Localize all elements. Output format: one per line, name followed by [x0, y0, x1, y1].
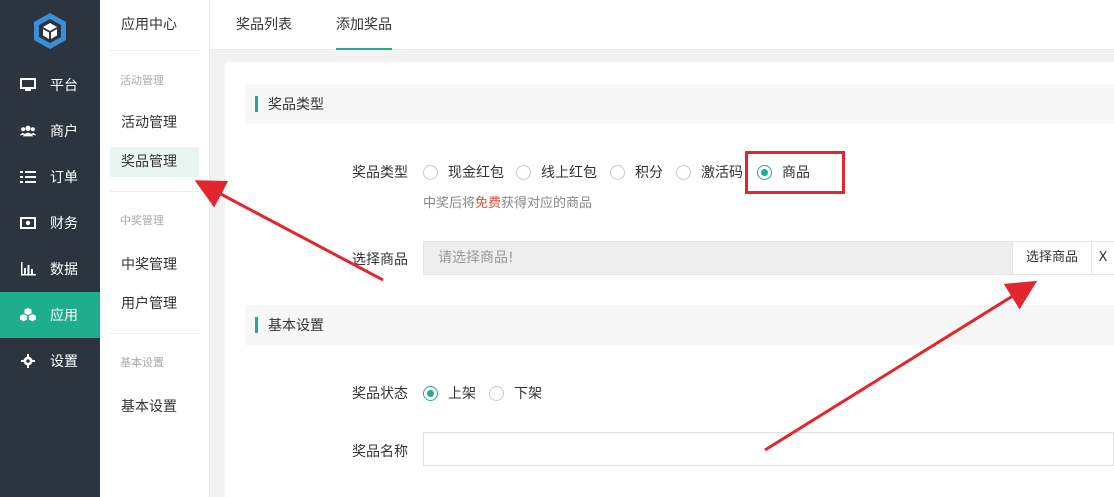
nav-item-label: 设置	[50, 354, 78, 370]
nav-item-6[interactable]: 设置	[0, 338, 100, 384]
radio-cash-red-packet[interactable]: 现金红包	[423, 162, 504, 182]
section-title: 奖品类型	[268, 97, 324, 113]
radio-status-on[interactable]: 上架	[423, 383, 476, 403]
nav-item-2[interactable]: 订单	[0, 154, 100, 200]
users-icon	[20, 123, 36, 139]
subnav-item-basic[interactable]: 基本设置	[110, 392, 199, 422]
select-goods-label: 选择商品	[352, 252, 408, 268]
nav-item-label: 商户	[50, 124, 78, 140]
select-goods-input[interactable]: 请选择商品!	[423, 241, 1013, 275]
section-basic-settings: 基本设置	[245, 305, 1114, 345]
radio-activation-code[interactable]: 激活码	[676, 162, 743, 182]
main-sidebar: 平台商户订单财务数据应用设置	[0, 0, 100, 497]
list-icon	[20, 169, 36, 185]
nav-item-label: 财务	[50, 216, 78, 232]
radio-points[interactable]: 积分	[610, 162, 663, 182]
top-tab-bar: 奖品列表 添加奖品	[210, 0, 1114, 50]
prize-type-label: 奖品类型	[352, 165, 408, 181]
radio-label: 现金红包	[448, 165, 504, 181]
radio-circle	[489, 385, 504, 401]
hint-text: 中奖后将	[423, 196, 476, 211]
subnav-item-activity[interactable]: 活动管理	[110, 108, 199, 138]
section-prize-type: 奖品类型	[245, 84, 1114, 124]
nav-item-4[interactable]: 数据	[0, 246, 100, 292]
prize-name-input[interactable]	[423, 432, 1114, 466]
radio-circle	[676, 164, 691, 180]
hint-text: 获得对应的商品	[501, 196, 593, 211]
section-title: 基本设置	[268, 318, 324, 334]
sub-sidebar: 应用中心 活动管理 活动管理 奖品管理 中奖管理 中奖管理 用户管理 基本设置 …	[100, 0, 210, 497]
subnav-group-title: 中奖管理	[120, 214, 164, 227]
cubes-icon	[20, 307, 36, 323]
nav-item-1[interactable]: 商户	[0, 108, 100, 154]
form-panel: 奖品类型 奖品类型 现金红包 线上红包 积分 激活码 商品 中奖后将免费获得对应…	[225, 62, 1114, 497]
app-logo[interactable]	[0, 0, 100, 62]
gear-icon	[20, 353, 36, 369]
radio-circle	[516, 164, 531, 180]
radio-circle	[423, 164, 438, 180]
status-label: 奖品状态	[352, 386, 408, 402]
subnav-item-winning[interactable]: 中奖管理	[110, 250, 199, 280]
prize-type-hint: 中奖后将免费获得对应的商品	[423, 192, 592, 211]
money-icon	[20, 215, 36, 231]
clear-goods-button[interactable]: X	[1091, 241, 1114, 275]
logo-icon	[34, 13, 66, 49]
tab-prize-list[interactable]: 奖品列表	[236, 0, 292, 50]
nav-item-label: 平台	[50, 78, 78, 94]
subnav-head[interactable]: 应用中心	[100, 0, 209, 50]
hint-free-text: 免费	[475, 196, 502, 211]
nav-item-label: 数据	[50, 262, 78, 278]
nav-item-label: 应用	[50, 308, 78, 324]
subnav-item-prize[interactable]: 奖品管理	[110, 147, 199, 177]
name-label: 奖品名称	[352, 444, 408, 460]
nav-item-3[interactable]: 财务	[0, 200, 100, 246]
tab-add-prize[interactable]: 添加奖品	[336, 0, 392, 50]
radio-status-off[interactable]: 下架	[489, 383, 542, 403]
radio-label: 下架	[514, 386, 542, 402]
monitor-icon	[20, 77, 36, 93]
radio-circle	[610, 164, 625, 180]
radio-online-red-packet[interactable]: 线上红包	[516, 162, 597, 182]
radio-label: 线上红包	[541, 165, 597, 181]
radio-label: 激活码	[701, 165, 743, 181]
section-bar	[255, 317, 258, 333]
subnav-group-title: 活动管理	[120, 74, 164, 87]
annotation-highlight-box	[745, 151, 845, 194]
nav-item-0[interactable]: 平台	[0, 62, 100, 108]
radio-label: 上架	[448, 386, 476, 402]
radio-circle	[423, 385, 438, 401]
radio-label: 积分	[635, 165, 663, 181]
subnav-item-users[interactable]: 用户管理	[110, 289, 199, 319]
select-goods-button[interactable]: 选择商品	[1012, 241, 1092, 275]
nav-item-label: 订单	[50, 170, 78, 186]
nav-item-5[interactable]: 应用	[0, 292, 100, 338]
section-bar	[255, 96, 258, 112]
subnav-group-title: 基本设置	[120, 356, 164, 369]
bar-chart-icon	[20, 261, 36, 277]
